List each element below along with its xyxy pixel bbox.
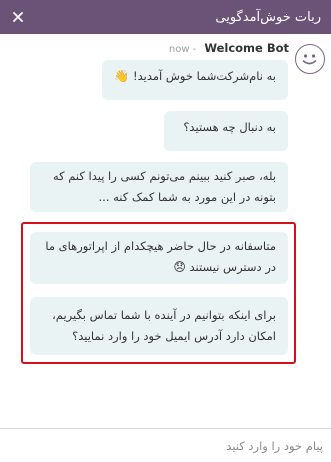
message-line: بتونه در این مورد به شما کمک کنه ... bbox=[98, 190, 276, 204]
message-line: در دسترس نیستند bbox=[189, 260, 276, 274]
chat-message: متاسفانه در حال حاضر هیچکدام از اپراتوره… bbox=[30, 232, 288, 284]
chat-message: برای اینکه بتوانیم در آینده با شما تماس … bbox=[30, 297, 288, 355]
message-line: متاسفانه در حال حاضر هیچکدام از اپراتوره… bbox=[45, 239, 276, 253]
chat-title: ربات خوش‌آمدگویی bbox=[215, 9, 321, 25]
message-input[interactable] bbox=[0, 429, 331, 462]
chat-header: ربات خوش‌آمدگویی bbox=[0, 0, 331, 34]
livechat-widget: ربات خوش‌آمدگویی now - Welcome Bot به نا… bbox=[0, 0, 331, 462]
message-line: امکان دارد آدرس ایمیل خود را وارد نمایید… bbox=[72, 329, 276, 343]
message-line: برای اینکه بتوانیم در آینده با شما تماس … bbox=[52, 308, 276, 322]
disappointed-face-icon: 😞 bbox=[173, 260, 186, 274]
message-text: به دنبال چه هستید؟ bbox=[183, 120, 276, 134]
message-time: now - bbox=[168, 44, 197, 55]
sender-name: Welcome Bot bbox=[204, 41, 289, 55]
message-line: بله، صبر کنید ببینم می‌تونم کسی را پیدا … bbox=[52, 169, 276, 183]
waving-hand-icon: 👋 bbox=[114, 69, 130, 83]
close-icon bbox=[13, 12, 23, 22]
chat-message: به نام‌شرکت‌شما خوش آمدید! 👋 bbox=[102, 60, 288, 100]
message-text: به نام‌شرکت‌شما خوش آمدید! bbox=[132, 69, 276, 83]
bot-avatar bbox=[295, 44, 325, 74]
smiley-face-icon bbox=[302, 54, 317, 65]
chat-message: به دنبال چه هستید؟ bbox=[164, 111, 288, 151]
message-meta: now - Welcome Bot bbox=[169, 41, 289, 55]
chat-message: بله، صبر کنید ببینم می‌تونم کسی را پیدا … bbox=[30, 162, 288, 212]
close-button[interactable] bbox=[8, 7, 28, 27]
